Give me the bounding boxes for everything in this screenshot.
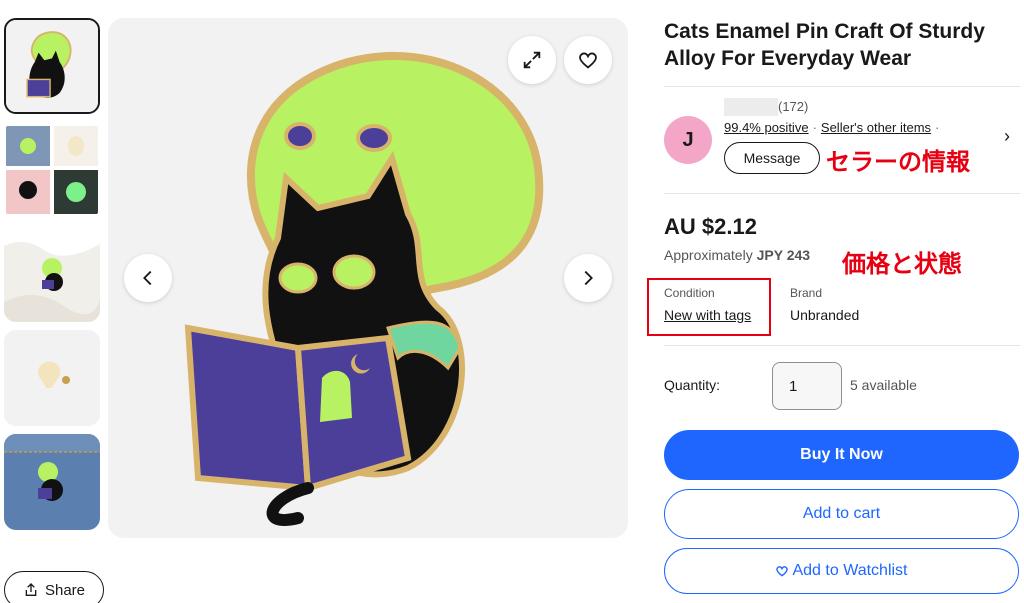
approx-price: Approximately JPY 243 [664,247,810,263]
product-info-panel: Cats Enamel Pin Craft Of Sturdy Alloy Fo… [664,18,1020,72]
previous-image-button[interactable] [124,254,172,302]
add-to-watchlist-button[interactable]: Add to Watchlist [664,548,1019,594]
approx-prefix: Approximately [664,247,753,263]
divider [664,193,1020,194]
brand-label: Brand [790,286,823,300]
thumbnail-strip [4,18,100,538]
thumbnail-5[interactable] [4,434,100,530]
cat-pin-thumbnail [6,20,98,112]
thumbnail-3[interactable] [4,226,100,322]
thumbnail-1[interactable] [4,18,100,114]
heart-icon [579,52,597,69]
quantity-input[interactable]: 1 [772,362,842,410]
product-title: Cats Enamel Pin Craft Of Sturdy Alloy Fo… [664,20,985,70]
quantity-label: Quantity: [664,377,721,393]
share-icon [25,583,37,596]
divider [664,345,1020,346]
seller-name-redacted [724,98,778,116]
share-button[interactable]: Share [4,571,104,603]
share-label: Share [44,581,86,599]
next-image-button[interactable] [564,254,612,302]
pin-back-thumbnail [4,330,100,426]
pin-collage-thumbnail [4,122,100,218]
chevron-left-icon [143,270,152,286]
cat-enamel-pin-image [108,18,628,538]
price: AU $2.12 [664,214,757,239]
seller-positive-link[interactable]: 99.4% positive [724,120,809,135]
chevron-right-icon [584,270,593,286]
pin-on-denim-thumbnail [4,434,100,530]
thumbnail-2[interactable] [4,122,100,218]
seller-other-items-link[interactable]: Seller's other items [821,120,931,135]
pin-on-fabric-thumbnail [4,226,100,322]
seller-feedback-count: (172) [778,99,809,114]
heart-icon [776,566,789,577]
expand-button[interactable] [508,36,556,84]
main-product-image[interactable] [108,18,628,538]
thumbnail-4[interactable] [4,330,100,426]
quantity-available: 5 available [850,377,917,393]
seller-card: J (172) 99.4% positive · Seller's other it… [664,98,1020,178]
condition-value-link[interactable]: New with tags [664,307,751,323]
expand-icon [523,51,541,69]
buy-it-now-button[interactable]: Buy It Now [664,430,1019,480]
add-to-cart-button[interactable]: Add to cart [664,489,1019,539]
watchlist-label: Add to Watchlist [792,562,908,579]
seller-annotation: セラーの情報 [826,149,970,176]
condition-label: Condition [664,286,715,300]
price-annotation: 価格と状態 [842,251,962,278]
brand-value: Unbranded [790,307,860,323]
favorite-button[interactable] [564,36,612,84]
approx-value: JPY 243 [756,247,811,263]
message-button[interactable]: Message [724,142,820,174]
avatar[interactable]: J [664,116,712,164]
chevron-right-icon[interactable]: › [1004,126,1010,147]
divider [664,86,1020,87]
seller-links: 99.4% positive · Seller's other items · [724,120,940,135]
